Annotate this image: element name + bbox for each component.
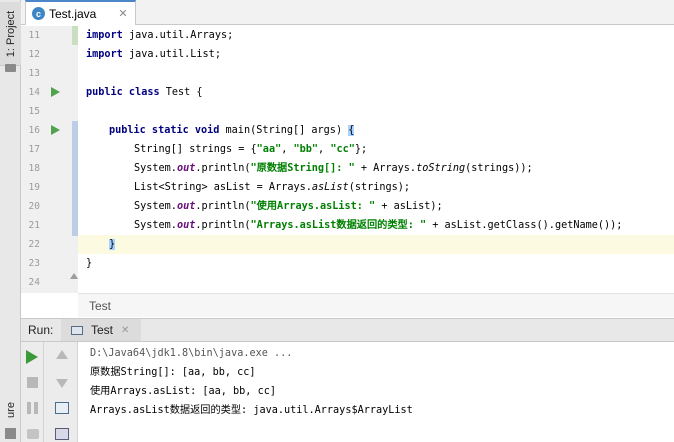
code-line-17: String[] strings = {"aa", "bb", "cc"};: [134, 144, 368, 155]
code-line-23: }: [86, 258, 93, 269]
code-line-21: System.out.println("Arrays.asList数据返回的类型…: [134, 220, 623, 231]
code-line-12: import java.util.List;: [86, 49, 221, 60]
run-toolbar-primary: [21, 342, 44, 442]
line-number: 23: [28, 258, 40, 269]
editor-tab-bar: c Test.java ✕: [21, 0, 674, 25]
structure-icon[interactable]: [5, 428, 16, 439]
line-number: 24: [28, 277, 40, 288]
run-toolbar-secondary: [44, 342, 78, 442]
code-line-14: public class Test {: [86, 87, 203, 98]
line-number: 18: [28, 163, 40, 174]
line-number: 16: [28, 125, 40, 136]
line-number: 17: [28, 144, 40, 155]
folder-icon[interactable]: [5, 64, 16, 72]
line-number: 15: [28, 106, 40, 117]
arrow-up-icon[interactable]: [56, 350, 68, 359]
line-number: 13: [28, 68, 40, 79]
fold-icon[interactable]: [70, 273, 78, 279]
run-panel-label: Run:: [28, 323, 54, 337]
camera-icon[interactable]: [27, 429, 39, 439]
console-line: Arrays.asList数据返回的类型: java.util.Arrays$A…: [90, 405, 413, 416]
current-line-highlight: [78, 235, 674, 254]
project-tool-tab[interactable]: 1: Project: [0, 2, 21, 66]
editor-tab-label: Test.java: [49, 6, 97, 21]
console-line: 原数据String[]: [aa, bb, cc]: [90, 367, 256, 378]
console-line: D:\Java64\jdk1.8\bin\java.exe ...: [90, 348, 293, 359]
line-number: 22: [28, 239, 40, 250]
project-tab-label: 1: Project: [5, 10, 17, 58]
console-output[interactable]: D:\Java64\jdk1.8\bin\java.exe ... 原数据Str…: [78, 342, 674, 442]
code-line-19: List<String> asList = Arrays.asList(stri…: [134, 182, 411, 193]
editor-gutter: 11 12 13 14 15 16 17 18 19 20 21 22 23 2…: [21, 26, 78, 293]
print-icon[interactable]: [55, 428, 69, 440]
run-config-icon: [71, 325, 83, 335]
code-line-18: System.out.println("原数据String[]: " + Arr…: [134, 163, 533, 174]
run-tab-label: Test: [91, 323, 114, 337]
close-icon[interactable]: ✕: [121, 325, 129, 336]
breadcrumb-bar: Test: [78, 293, 674, 317]
run-tab-test[interactable]: Test ✕: [61, 319, 141, 341]
java-class-icon: c: [32, 7, 45, 20]
run-panel-header: Run: Test ✕: [21, 318, 674, 342]
line-number: 12: [28, 49, 40, 60]
line-number: 20: [28, 201, 40, 212]
close-icon[interactable]: ✕: [118, 7, 127, 20]
code-line-16: public static void main(String[] args) {: [109, 125, 355, 136]
stop-icon[interactable]: [27, 377, 38, 388]
breadcrumb[interactable]: Test: [89, 299, 111, 313]
code-line-11: import java.util.Arrays;: [86, 30, 234, 41]
editor-tab-test-java[interactable]: c Test.java ✕: [25, 0, 136, 25]
structure-tab-label[interactable]: ure: [5, 402, 17, 418]
run-class-icon[interactable]: [51, 87, 60, 97]
code-editor[interactable]: import java.util.Arrays; import java.uti…: [78, 26, 674, 293]
arrow-down-icon[interactable]: [56, 379, 68, 388]
run-main-icon[interactable]: [51, 125, 60, 135]
line-number: 14: [28, 87, 40, 98]
soft-wrap-icon[interactable]: [55, 402, 69, 414]
left-tool-strip: 1: Project ure: [0, 0, 21, 442]
console-line: 使用Arrays.asList: [aa, bb, cc]: [90, 386, 276, 397]
rerun-icon[interactable]: [26, 350, 38, 364]
line-number: 11: [28, 30, 40, 41]
line-number: 19: [28, 182, 40, 193]
code-line-20: System.out.println("使用Arrays.asList: " +…: [134, 201, 443, 212]
pause-icon[interactable]: [27, 402, 38, 414]
line-number: 21: [28, 220, 40, 231]
code-line-22: }: [109, 239, 116, 250]
